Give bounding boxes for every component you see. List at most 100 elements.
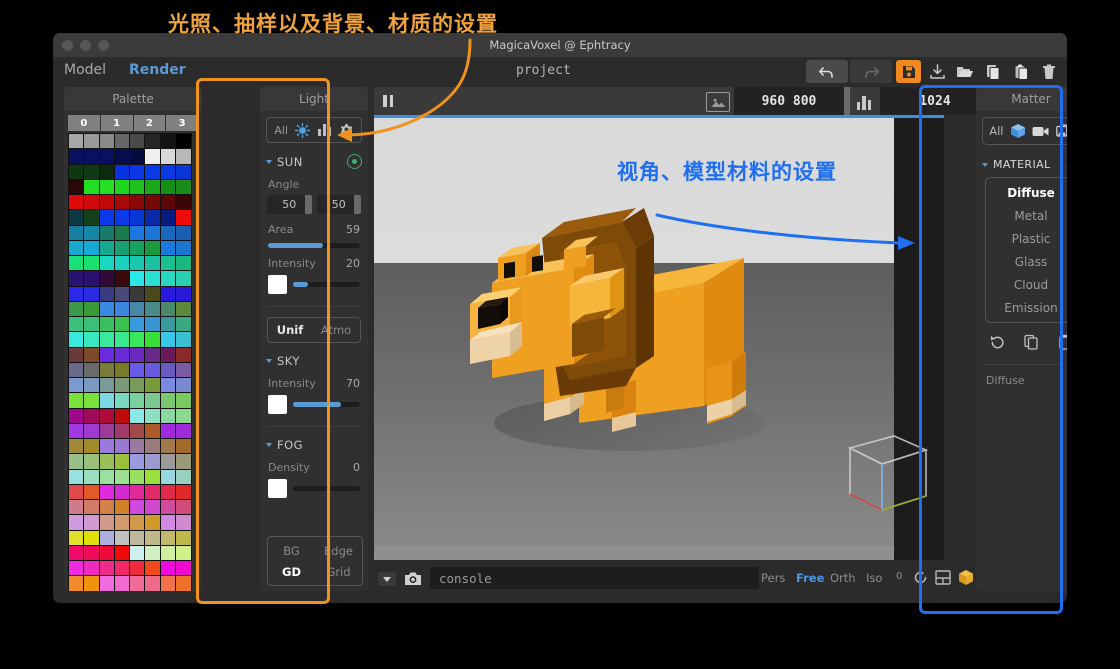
menu-model[interactable]: Model xyxy=(64,62,106,78)
palette-swatch[interactable] xyxy=(145,195,160,210)
palette-swatch[interactable] xyxy=(100,500,115,515)
material-section-header[interactable]: MATERIAL All xyxy=(982,158,1067,171)
palette-swatch[interactable] xyxy=(84,409,99,424)
palette-swatch[interactable] xyxy=(130,424,145,439)
palette-swatch[interactable] xyxy=(176,226,191,241)
palette-grid[interactable] xyxy=(68,133,192,591)
palette-swatch[interactable] xyxy=(161,287,176,302)
palette-swatch[interactable] xyxy=(176,363,191,378)
palette-swatch[interactable] xyxy=(100,332,115,347)
palette-swatch[interactable] xyxy=(69,363,84,378)
palette-swatch[interactable] xyxy=(100,515,115,530)
palette-swatch[interactable] xyxy=(115,134,130,149)
sun-icon[interactable] xyxy=(295,123,310,138)
view-mode-pers[interactable]: Pers xyxy=(761,571,785,585)
palette-swatch[interactable] xyxy=(84,134,99,149)
palette-swatch[interactable] xyxy=(84,500,99,515)
material-type-emission[interactable]: Emission xyxy=(986,296,1067,319)
palette-swatch[interactable] xyxy=(161,515,176,530)
palette-swatch[interactable] xyxy=(69,561,84,576)
palette-swatch[interactable] xyxy=(176,302,191,317)
palette-swatch[interactable] xyxy=(100,241,115,256)
palette-swatch[interactable] xyxy=(84,195,99,210)
palette-swatch[interactable] xyxy=(130,454,145,469)
sky-intensity-slider[interactable] xyxy=(293,402,360,407)
samples-bars-button[interactable] xyxy=(852,92,876,110)
palette-swatch[interactable] xyxy=(145,348,160,363)
palette-swatch[interactable] xyxy=(176,256,191,271)
palette-swatch[interactable] xyxy=(69,546,84,561)
palette-swatch[interactable] xyxy=(130,256,145,271)
palette-swatch[interactable] xyxy=(69,393,84,408)
palette-swatch[interactable] xyxy=(161,393,176,408)
palette-swatch[interactable] xyxy=(100,378,115,393)
palette-swatch[interactable] xyxy=(115,424,130,439)
cube-icon[interactable] xyxy=(1010,123,1026,139)
palette-swatch[interactable] xyxy=(130,195,145,210)
project-name[interactable]: project xyxy=(516,63,571,78)
cube-view-button[interactable] xyxy=(958,569,974,590)
palette-swatch[interactable] xyxy=(84,256,99,271)
palette-swatch[interactable] xyxy=(115,195,130,210)
palette-swatch[interactable] xyxy=(100,317,115,332)
matter-all-button[interactable]: All xyxy=(989,124,1003,138)
palette-swatch[interactable] xyxy=(84,165,99,180)
palette-swatch[interactable] xyxy=(115,531,130,546)
menu-render[interactable]: Render xyxy=(129,62,186,78)
palette-swatch[interactable] xyxy=(145,363,160,378)
palette-swatch[interactable] xyxy=(176,531,191,546)
grid-button[interactable]: Grid xyxy=(315,561,362,582)
palette-swatch[interactable] xyxy=(69,485,84,500)
palette-swatch[interactable] xyxy=(145,393,160,408)
palette-swatch[interactable] xyxy=(69,256,84,271)
palette-swatch[interactable] xyxy=(130,393,145,408)
palette-swatch[interactable] xyxy=(84,302,99,317)
palette-swatch[interactable] xyxy=(161,256,176,271)
palette-swatch[interactable] xyxy=(176,332,191,347)
palette-swatch[interactable] xyxy=(69,470,84,485)
material-paste-button[interactable] xyxy=(1054,332,1067,352)
palette-swatch[interactable] xyxy=(84,226,99,241)
palette-swatch[interactable] xyxy=(176,515,191,530)
palette-swatch[interactable] xyxy=(161,226,176,241)
palette-swatch[interactable] xyxy=(161,302,176,317)
palette-swatch[interactable] xyxy=(115,332,130,347)
palette-swatch[interactable] xyxy=(115,378,130,393)
palette-swatch[interactable] xyxy=(130,561,145,576)
palette-swatch[interactable] xyxy=(115,561,130,576)
palette-swatch[interactable] xyxy=(69,302,84,317)
palette-swatch[interactable] xyxy=(176,393,191,408)
palette-swatch[interactable] xyxy=(161,180,176,195)
screenshot-button[interactable] xyxy=(402,569,424,587)
palette-swatch[interactable] xyxy=(69,210,84,225)
material-type-cloud[interactable]: Cloud xyxy=(986,273,1067,296)
palette-swatch[interactable] xyxy=(115,317,130,332)
palette-swatch[interactable] xyxy=(115,241,130,256)
palette-swatch[interactable] xyxy=(130,165,145,180)
palette-swatch[interactable] xyxy=(176,546,191,561)
view-mode-iso[interactable]: Iso xyxy=(866,571,882,585)
palette-swatch[interactable] xyxy=(84,180,99,195)
palette-swatch[interactable] xyxy=(100,485,115,500)
view-mode-orth[interactable]: Orth xyxy=(830,571,856,585)
palette-swatch[interactable] xyxy=(161,348,176,363)
traffic-lights[interactable] xyxy=(62,40,109,51)
palette-swatch[interactable] xyxy=(145,287,160,302)
palette-swatch[interactable] xyxy=(100,531,115,546)
palette-swatch[interactable] xyxy=(115,470,130,485)
palette-swatch[interactable] xyxy=(69,439,84,454)
palette-swatch[interactable] xyxy=(84,454,99,469)
palette-swatch[interactable] xyxy=(69,149,84,164)
undo-button[interactable] xyxy=(806,60,848,83)
palette-swatch[interactable] xyxy=(84,515,99,530)
palette-swatch[interactable] xyxy=(115,363,130,378)
palette-swatch[interactable] xyxy=(161,149,176,164)
palette-swatch[interactable] xyxy=(161,546,176,561)
palette-swatch[interactable] xyxy=(115,546,130,561)
palette-swatch[interactable] xyxy=(100,149,115,164)
palette-swatch[interactable] xyxy=(130,332,145,347)
palette-swatch[interactable] xyxy=(100,256,115,271)
bars-icon[interactable] xyxy=(317,123,332,137)
palette-swatch[interactable] xyxy=(161,134,176,149)
palette-swatch[interactable] xyxy=(161,378,176,393)
